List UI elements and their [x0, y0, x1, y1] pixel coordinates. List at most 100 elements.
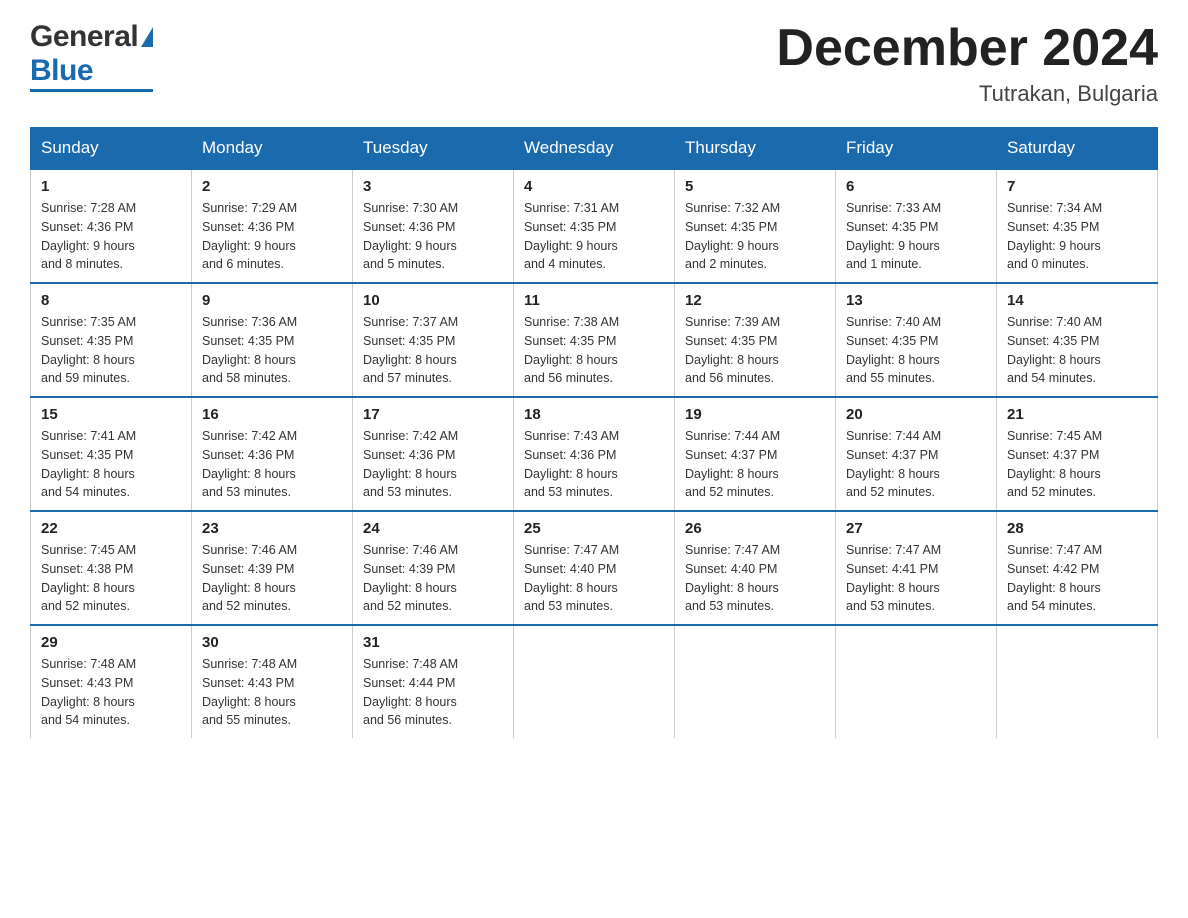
day-number: 1 — [41, 178, 181, 195]
calendar-cell: 12 Sunrise: 7:39 AMSunset: 4:35 PMDaylig… — [675, 283, 836, 397]
day-number: 14 — [1007, 292, 1147, 309]
day-header-thursday: Thursday — [675, 128, 836, 170]
calendar-cell: 4 Sunrise: 7:31 AMSunset: 4:35 PMDayligh… — [514, 169, 675, 283]
day-number: 28 — [1007, 520, 1147, 537]
location-title: Tutrakan, Bulgaria — [776, 81, 1158, 107]
day-number: 21 — [1007, 406, 1147, 423]
calendar-cell: 23 Sunrise: 7:46 AMSunset: 4:39 PMDaylig… — [192, 511, 353, 625]
day-number: 8 — [41, 292, 181, 309]
day-info: Sunrise: 7:45 AMSunset: 4:38 PMDaylight:… — [41, 543, 136, 613]
calendar-cell: 30 Sunrise: 7:48 AMSunset: 4:43 PMDaylig… — [192, 625, 353, 738]
calendar-cell: 20 Sunrise: 7:44 AMSunset: 4:37 PMDaylig… — [836, 397, 997, 511]
calendar-cell: 24 Sunrise: 7:46 AMSunset: 4:39 PMDaylig… — [353, 511, 514, 625]
day-number: 9 — [202, 292, 342, 309]
day-number: 15 — [41, 406, 181, 423]
day-info: Sunrise: 7:43 AMSunset: 4:36 PMDaylight:… — [524, 429, 619, 499]
day-info: Sunrise: 7:35 AMSunset: 4:35 PMDaylight:… — [41, 315, 136, 385]
day-header-wednesday: Wednesday — [514, 128, 675, 170]
calendar-cell: 1 Sunrise: 7:28 AMSunset: 4:36 PMDayligh… — [31, 169, 192, 283]
day-info: Sunrise: 7:45 AMSunset: 4:37 PMDaylight:… — [1007, 429, 1102, 499]
day-info: Sunrise: 7:46 AMSunset: 4:39 PMDaylight:… — [202, 543, 297, 613]
day-info: Sunrise: 7:44 AMSunset: 4:37 PMDaylight:… — [685, 429, 780, 499]
day-header-monday: Monday — [192, 128, 353, 170]
day-number: 27 — [846, 520, 986, 537]
day-number: 31 — [363, 634, 503, 651]
day-header-sunday: Sunday — [31, 128, 192, 170]
calendar-cell: 11 Sunrise: 7:38 AMSunset: 4:35 PMDaylig… — [514, 283, 675, 397]
day-info: Sunrise: 7:46 AMSunset: 4:39 PMDaylight:… — [363, 543, 458, 613]
calendar-cell: 7 Sunrise: 7:34 AMSunset: 4:35 PMDayligh… — [997, 169, 1158, 283]
day-info: Sunrise: 7:33 AMSunset: 4:35 PMDaylight:… — [846, 201, 941, 271]
calendar-week-row: 1 Sunrise: 7:28 AMSunset: 4:36 PMDayligh… — [31, 169, 1158, 283]
day-info: Sunrise: 7:48 AMSunset: 4:43 PMDaylight:… — [202, 657, 297, 727]
calendar-cell: 21 Sunrise: 7:45 AMSunset: 4:37 PMDaylig… — [997, 397, 1158, 511]
day-info: Sunrise: 7:42 AMSunset: 4:36 PMDaylight:… — [363, 429, 458, 499]
calendar-cell: 29 Sunrise: 7:48 AMSunset: 4:43 PMDaylig… — [31, 625, 192, 738]
day-number: 20 — [846, 406, 986, 423]
calendar-cell — [997, 625, 1158, 738]
calendar-cell: 19 Sunrise: 7:44 AMSunset: 4:37 PMDaylig… — [675, 397, 836, 511]
calendar-cell: 10 Sunrise: 7:37 AMSunset: 4:35 PMDaylig… — [353, 283, 514, 397]
logo: General Blue — [30, 20, 153, 92]
calendar-cell: 18 Sunrise: 7:43 AMSunset: 4:36 PMDaylig… — [514, 397, 675, 511]
day-info: Sunrise: 7:39 AMSunset: 4:35 PMDaylight:… — [685, 315, 780, 385]
day-info: Sunrise: 7:31 AMSunset: 4:35 PMDaylight:… — [524, 201, 619, 271]
day-number: 18 — [524, 406, 664, 423]
calendar-cell: 22 Sunrise: 7:45 AMSunset: 4:38 PMDaylig… — [31, 511, 192, 625]
day-info: Sunrise: 7:29 AMSunset: 4:36 PMDaylight:… — [202, 201, 297, 271]
calendar-cell: 17 Sunrise: 7:42 AMSunset: 4:36 PMDaylig… — [353, 397, 514, 511]
day-number: 26 — [685, 520, 825, 537]
day-info: Sunrise: 7:47 AMSunset: 4:41 PMDaylight:… — [846, 543, 941, 613]
day-header-friday: Friday — [836, 128, 997, 170]
day-info: Sunrise: 7:47 AMSunset: 4:42 PMDaylight:… — [1007, 543, 1102, 613]
day-number: 30 — [202, 634, 342, 651]
calendar-table: SundayMondayTuesdayWednesdayThursdayFrid… — [30, 127, 1158, 738]
day-info: Sunrise: 7:48 AMSunset: 4:44 PMDaylight:… — [363, 657, 458, 727]
page-header: General Blue December 2024 Tutrakan, Bul… — [30, 20, 1158, 107]
day-number: 6 — [846, 178, 986, 195]
day-number: 2 — [202, 178, 342, 195]
calendar-cell: 16 Sunrise: 7:42 AMSunset: 4:36 PMDaylig… — [192, 397, 353, 511]
day-info: Sunrise: 7:30 AMSunset: 4:36 PMDaylight:… — [363, 201, 458, 271]
logo-general-text: General — [30, 20, 138, 54]
calendar-cell: 3 Sunrise: 7:30 AMSunset: 4:36 PMDayligh… — [353, 169, 514, 283]
calendar-cell: 25 Sunrise: 7:47 AMSunset: 4:40 PMDaylig… — [514, 511, 675, 625]
day-info: Sunrise: 7:47 AMSunset: 4:40 PMDaylight:… — [685, 543, 780, 613]
calendar-header-row: SundayMondayTuesdayWednesdayThursdayFrid… — [31, 128, 1158, 170]
calendar-cell: 14 Sunrise: 7:40 AMSunset: 4:35 PMDaylig… — [997, 283, 1158, 397]
day-info: Sunrise: 7:28 AMSunset: 4:36 PMDaylight:… — [41, 201, 136, 271]
day-info: Sunrise: 7:40 AMSunset: 4:35 PMDaylight:… — [1007, 315, 1102, 385]
day-number: 24 — [363, 520, 503, 537]
day-number: 10 — [363, 292, 503, 309]
title-block: December 2024 Tutrakan, Bulgaria — [776, 20, 1158, 107]
calendar-week-row: 29 Sunrise: 7:48 AMSunset: 4:43 PMDaylig… — [31, 625, 1158, 738]
logo-underline — [30, 89, 153, 92]
day-number: 29 — [41, 634, 181, 651]
day-number: 19 — [685, 406, 825, 423]
day-info: Sunrise: 7:32 AMSunset: 4:35 PMDaylight:… — [685, 201, 780, 271]
day-info: Sunrise: 7:38 AMSunset: 4:35 PMDaylight:… — [524, 315, 619, 385]
day-info: Sunrise: 7:36 AMSunset: 4:35 PMDaylight:… — [202, 315, 297, 385]
day-number: 17 — [363, 406, 503, 423]
day-info: Sunrise: 7:41 AMSunset: 4:35 PMDaylight:… — [41, 429, 136, 499]
day-header-tuesday: Tuesday — [353, 128, 514, 170]
day-info: Sunrise: 7:42 AMSunset: 4:36 PMDaylight:… — [202, 429, 297, 499]
calendar-week-row: 22 Sunrise: 7:45 AMSunset: 4:38 PMDaylig… — [31, 511, 1158, 625]
calendar-cell: 2 Sunrise: 7:29 AMSunset: 4:36 PMDayligh… — [192, 169, 353, 283]
day-number: 23 — [202, 520, 342, 537]
day-number: 13 — [846, 292, 986, 309]
logo-arrow-icon — [141, 27, 153, 47]
calendar-cell — [836, 625, 997, 738]
calendar-cell: 15 Sunrise: 7:41 AMSunset: 4:35 PMDaylig… — [31, 397, 192, 511]
day-info: Sunrise: 7:47 AMSunset: 4:40 PMDaylight:… — [524, 543, 619, 613]
calendar-cell: 5 Sunrise: 7:32 AMSunset: 4:35 PMDayligh… — [675, 169, 836, 283]
calendar-cell — [675, 625, 836, 738]
day-info: Sunrise: 7:44 AMSunset: 4:37 PMDaylight:… — [846, 429, 941, 499]
day-number: 7 — [1007, 178, 1147, 195]
calendar-cell: 31 Sunrise: 7:48 AMSunset: 4:44 PMDaylig… — [353, 625, 514, 738]
calendar-cell: 6 Sunrise: 7:33 AMSunset: 4:35 PMDayligh… — [836, 169, 997, 283]
day-number: 22 — [41, 520, 181, 537]
day-number: 5 — [685, 178, 825, 195]
calendar-cell: 28 Sunrise: 7:47 AMSunset: 4:42 PMDaylig… — [997, 511, 1158, 625]
day-number: 3 — [363, 178, 503, 195]
